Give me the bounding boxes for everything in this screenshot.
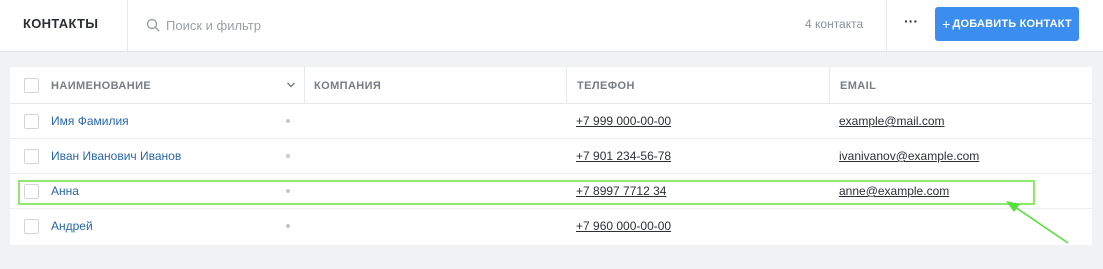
status-dot — [286, 224, 290, 228]
status-dot — [286, 154, 290, 158]
table-row[interactable]: Имя Фамилия +7 999 000-00-00 example@mai… — [10, 104, 1092, 139]
search-icon — [146, 18, 160, 32]
status-dot — [286, 189, 290, 193]
column-header-company[interactable]: КОМПАНИЯ — [314, 80, 381, 92]
contact-name-link[interactable]: Иван Иванович Иванов — [51, 149, 181, 163]
column-divider — [566, 67, 567, 104]
divider — [127, 0, 128, 52]
contact-name-link[interactable]: Имя Фамилия — [51, 114, 129, 128]
divider — [886, 0, 887, 52]
contact-phone-link[interactable]: +7 999 000-00-00 — [576, 114, 671, 128]
row-checkbox[interactable] — [24, 219, 39, 234]
contact-name-link[interactable]: Анна — [51, 184, 79, 198]
contact-phone-link[interactable]: +7 8997 7712 34 — [576, 184, 666, 198]
column-header-phone[interactable]: ТЕЛЕФОН — [577, 80, 635, 92]
table-row[interactable]: Андрей +7 960 000-00-00 — [10, 209, 1092, 244]
add-contact-button[interactable]: + ДОБАВИТЬ КОНТАКТ — [935, 7, 1079, 41]
contact-email-link[interactable]: anne@example.com — [839, 184, 949, 198]
select-all-checkbox[interactable] — [24, 78, 39, 93]
contact-name-link[interactable]: Андрей — [51, 219, 93, 233]
contacts-count: 4 контакта — [805, 17, 864, 31]
table-row[interactable]: Иван Иванович Иванов +7 901 234-56-78 iv… — [10, 139, 1092, 174]
column-divider — [829, 67, 830, 104]
top-bar: КОНТАКТЫ 4 контакта ··· + ДОБАВИТЬ КОНТА… — [0, 0, 1103, 52]
table-row[interactable]: Анна +7 8997 7712 34 anne@example.com — [10, 174, 1092, 209]
column-divider — [304, 67, 305, 104]
row-checkbox[interactable] — [24, 149, 39, 164]
contact-email-link[interactable]: example@mail.com — [839, 114, 945, 128]
search-input[interactable] — [166, 17, 466, 33]
row-checkbox[interactable] — [24, 184, 39, 199]
more-options-button[interactable]: ··· — [898, 10, 924, 36]
search-bar[interactable] — [146, 15, 466, 35]
contact-phone-link[interactable]: +7 960 000-00-00 — [576, 219, 671, 233]
row-checkbox[interactable] — [24, 114, 39, 129]
plus-icon: + — [942, 16, 951, 32]
status-dot — [286, 119, 290, 123]
column-header-email[interactable]: EMAIL — [840, 80, 876, 92]
add-contact-label: ДОБАВИТЬ КОНТАКТ — [952, 18, 1072, 30]
contacts-table: НАИМЕНОВАНИЕ КОМПАНИЯ ТЕЛЕФОН EMAIL Имя … — [10, 67, 1092, 245]
contact-phone-link[interactable]: +7 901 234-56-78 — [576, 149, 671, 163]
column-header-name[interactable]: НАИМЕНОВАНИЕ — [51, 80, 151, 92]
table-header: НАИМЕНОВАНИЕ КОМПАНИЯ ТЕЛЕФОН EMAIL — [10, 67, 1092, 104]
chevron-down-icon[interactable] — [286, 81, 296, 89]
contact-email-link[interactable]: ivanivanov@example.com — [839, 149, 979, 163]
page-title: КОНТАКТЫ — [23, 16, 99, 31]
